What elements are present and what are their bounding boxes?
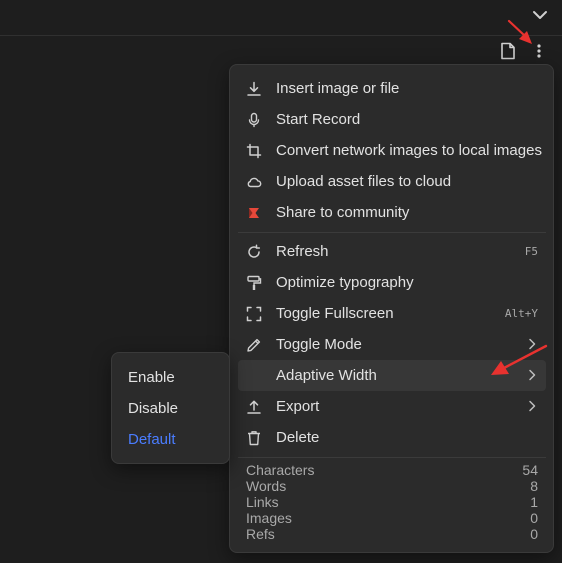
menu-item-start-record[interactable]: Start Record — [238, 104, 546, 135]
paint-roller-icon — [246, 275, 262, 291]
submenu-item-enable[interactable]: Enable — [128, 369, 175, 386]
chevron-right-icon — [529, 400, 536, 412]
submenu-item-default[interactable]: Default — [128, 431, 176, 448]
chevron-right-icon — [529, 338, 536, 350]
menu-item-toggle-mode[interactable]: Toggle Mode — [238, 329, 546, 360]
upload-icon — [246, 399, 262, 415]
menu-item-label: Upload asset files to cloud — [276, 173, 452, 190]
fullscreen-icon — [246, 306, 262, 322]
menu-item-insert-image-or-file[interactable]: Insert image or file — [238, 73, 546, 104]
chevron-down-icon[interactable] — [530, 5, 550, 25]
menu-item-label: Optimize typography — [276, 274, 414, 291]
community-icon — [246, 205, 262, 221]
menu-item-label: Toggle Fullscreen — [276, 305, 394, 322]
stat-label: Characters — [246, 462, 315, 478]
adaptive-width-submenu: Enable Disable Default — [111, 352, 230, 464]
stat-value: 54 — [522, 462, 538, 478]
menu-item-export[interactable]: Export — [238, 391, 546, 422]
menu-item-optimize-typography[interactable]: Optimize typography — [238, 267, 546, 298]
menu-item-upload-asset-files[interactable]: Upload asset files to cloud — [238, 166, 546, 197]
blank-icon — [246, 368, 262, 384]
menu-item-label: Delete — [276, 429, 320, 446]
pencil-icon — [246, 337, 262, 353]
shortcut-label: F5 — [524, 245, 538, 258]
more-options-menu: Insert image or file Start Record Conver… — [229, 64, 554, 553]
stat-label: Words — [246, 478, 287, 494]
menu-item-convert-network-images[interactable]: Convert network images to local images — [238, 135, 546, 166]
crop-icon — [246, 143, 262, 159]
submenu-item-disable[interactable]: Disable — [128, 400, 178, 417]
stat-value: 0 — [530, 526, 538, 542]
cloud-icon — [246, 174, 262, 190]
menu-item-label: Convert network images to local images — [276, 142, 542, 159]
menu-item-label: Export — [276, 398, 320, 415]
shortcut-label: Alt+Y — [504, 307, 538, 320]
stat-label: Refs — [246, 526, 275, 542]
menu-item-share-to-community[interactable]: Share to community — [238, 197, 546, 228]
menu-item-adaptive-width[interactable]: Adaptive Width — [238, 360, 546, 391]
stat-links: Links 1 — [246, 494, 538, 510]
document-stats: Characters 54 Words 8 Links 1 Images 0 R… — [246, 462, 538, 542]
refresh-icon — [246, 243, 262, 260]
menu-item-refresh[interactable]: Refresh F5 — [238, 236, 546, 267]
trash-icon — [246, 430, 262, 446]
stat-value: 1 — [530, 494, 538, 510]
menu-item-label: Refresh — [276, 243, 329, 260]
top-bar — [0, 0, 562, 36]
stat-label: Links — [246, 494, 279, 510]
stat-characters: Characters 54 — [246, 462, 538, 478]
download-icon — [246, 81, 262, 97]
menu-item-label: Start Record — [276, 111, 361, 128]
stat-refs: Refs 0 — [246, 526, 538, 542]
menu-item-label: Adaptive Width — [276, 367, 377, 384]
menu-item-label: Share to community — [276, 204, 410, 221]
stat-words: Words 8 — [246, 478, 538, 494]
menu-divider — [238, 232, 546, 233]
chevron-right-icon — [529, 369, 536, 381]
menu-item-toggle-fullscreen[interactable]: Toggle Fullscreen Alt+Y — [238, 298, 546, 329]
menu-item-label: Toggle Mode — [276, 336, 362, 353]
menu-item-delete[interactable]: Delete — [238, 422, 546, 453]
stat-images: Images 0 — [246, 510, 538, 526]
document-icon[interactable] — [500, 42, 516, 60]
stat-label: Images — [246, 510, 292, 526]
microphone-icon — [246, 112, 262, 128]
stat-value: 8 — [530, 478, 538, 494]
menu-divider — [238, 457, 546, 458]
menu-item-label: Insert image or file — [276, 80, 400, 97]
more-vertical-icon[interactable] — [532, 42, 546, 60]
stat-value: 0 — [530, 510, 538, 526]
